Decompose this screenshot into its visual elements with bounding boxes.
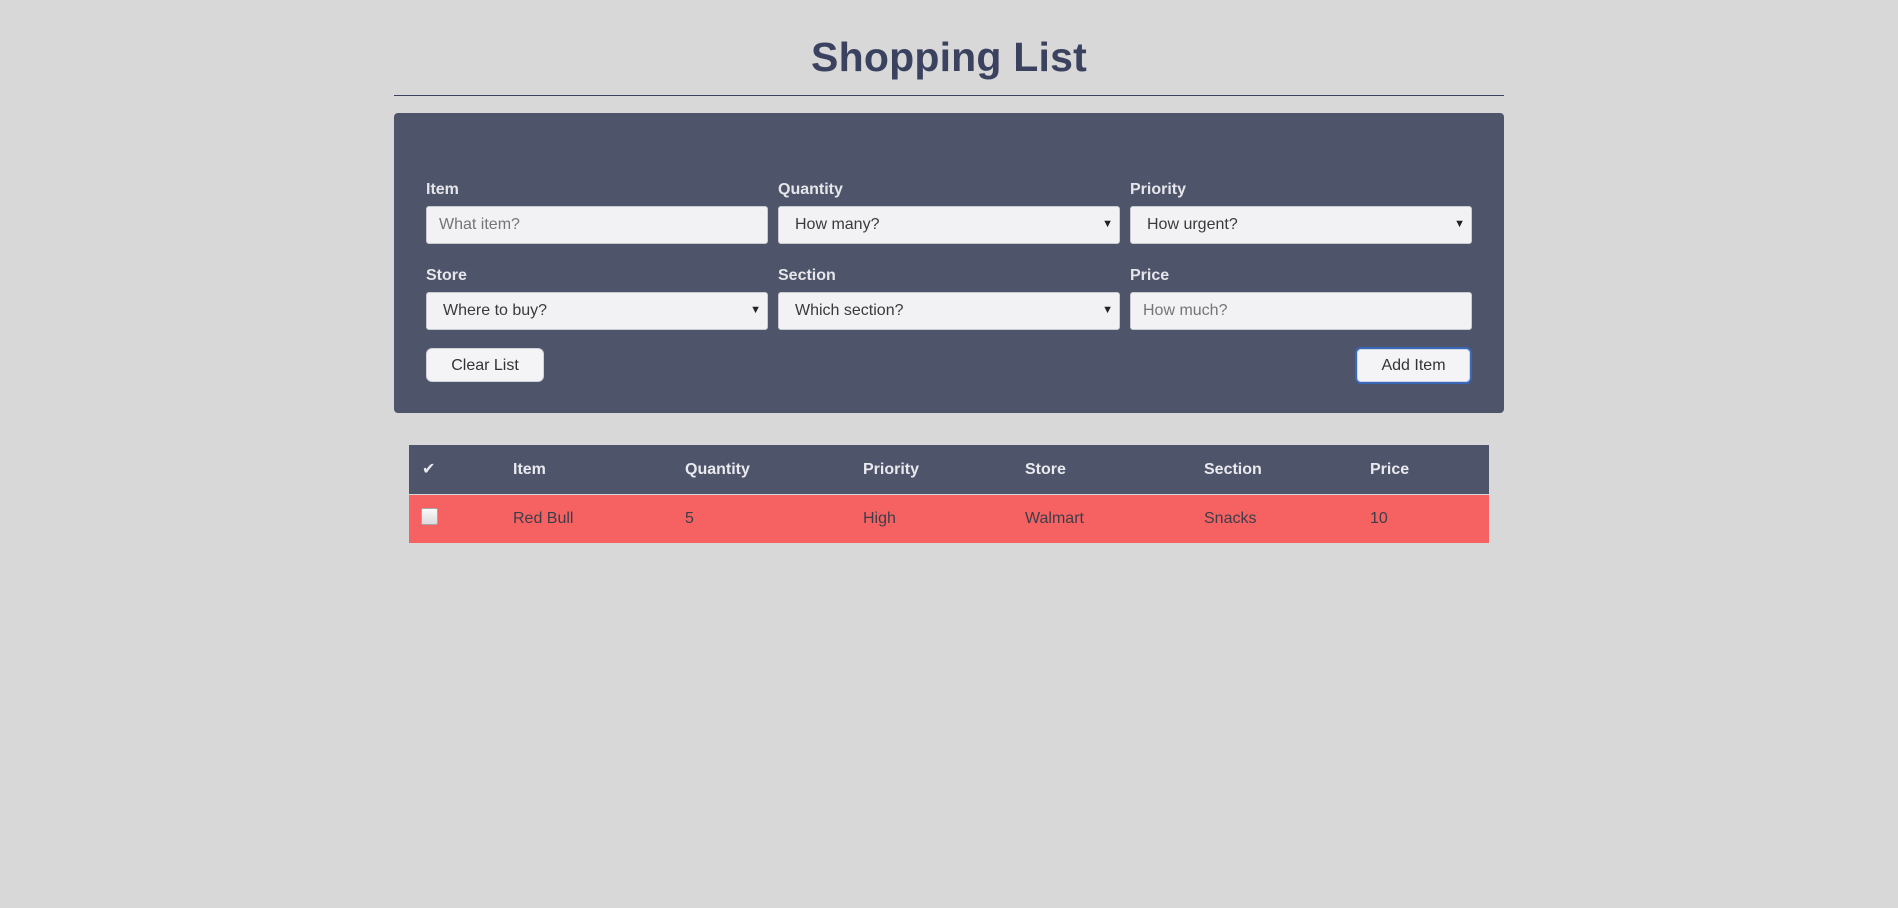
title-divider bbox=[394, 95, 1504, 96]
table-header: ✔ Item Quantity Priority Store Section P… bbox=[409, 445, 1489, 494]
item-input[interactable] bbox=[426, 206, 768, 244]
store-label: Store bbox=[426, 267, 467, 284]
row-item: Red Bull bbox=[513, 510, 574, 527]
quantity-select-value: How many? bbox=[795, 216, 880, 233]
row-section: Snacks bbox=[1204, 510, 1257, 527]
item-label: Item bbox=[426, 181, 459, 198]
row-price: 10 bbox=[1370, 510, 1388, 527]
add-item-button[interactable]: Add Item bbox=[1355, 347, 1472, 384]
price-input[interactable] bbox=[1130, 292, 1472, 330]
section-field-group: Section Which section? ▼ bbox=[778, 266, 1120, 330]
price-field-group: Price bbox=[1130, 266, 1472, 330]
row-quantity: 5 bbox=[685, 510, 694, 527]
chevron-down-icon: ▼ bbox=[1454, 218, 1465, 230]
quantity-field-group: Quantity How many? ▼ bbox=[778, 180, 1120, 244]
clear-list-button[interactable]: Clear List bbox=[426, 348, 544, 382]
section-label: Section bbox=[778, 267, 836, 284]
chevron-down-icon: ▼ bbox=[1102, 304, 1113, 316]
column-header-quantity: Quantity bbox=[685, 461, 750, 478]
priority-select[interactable]: How urgent? ▼ bbox=[1130, 206, 1472, 244]
column-header-section: Section bbox=[1204, 461, 1262, 478]
section-select-value: Which section? bbox=[795, 302, 904, 319]
item-field-group: Item bbox=[426, 180, 768, 244]
chevron-down-icon: ▼ bbox=[750, 304, 761, 316]
column-header-store: Store bbox=[1025, 461, 1066, 478]
column-header-item: Item bbox=[513, 461, 546, 478]
column-header-price: Price bbox=[1370, 461, 1410, 478]
price-label: Price bbox=[1130, 267, 1170, 284]
priority-label: Priority bbox=[1130, 181, 1187, 198]
add-item-form: Item Quantity How many? ▼ Priority How u… bbox=[394, 113, 1504, 413]
priority-select-value: How urgent? bbox=[1147, 216, 1238, 233]
page-title: Shopping List bbox=[811, 34, 1087, 80]
priority-field-group: Priority How urgent? ▼ bbox=[1130, 180, 1472, 244]
section-select[interactable]: Which section? ▼ bbox=[778, 292, 1120, 330]
quantity-select[interactable]: How many? ▼ bbox=[778, 206, 1120, 244]
app-container: Shopping List Item Quantity How many? ▼ … bbox=[394, 0, 1504, 543]
store-select[interactable]: Where to buy? ▼ bbox=[426, 292, 768, 330]
shopping-list-table: ✔ Item Quantity Priority Store Section P… bbox=[409, 445, 1489, 543]
chevron-down-icon: ▼ bbox=[1102, 218, 1113, 230]
quantity-label: Quantity bbox=[778, 181, 843, 198]
row-checkbox[interactable] bbox=[421, 508, 438, 525]
column-header-priority: Priority bbox=[863, 461, 920, 478]
row-priority: High bbox=[863, 510, 896, 527]
checkmark-icon: ✔ bbox=[422, 461, 436, 478]
row-store: Walmart bbox=[1025, 510, 1084, 527]
store-field-group: Store Where to buy? ▼ bbox=[426, 266, 768, 330]
store-select-value: Where to buy? bbox=[443, 302, 548, 319]
table-row: Red Bull 5 High Walmart Snacks 10 bbox=[409, 495, 1489, 543]
